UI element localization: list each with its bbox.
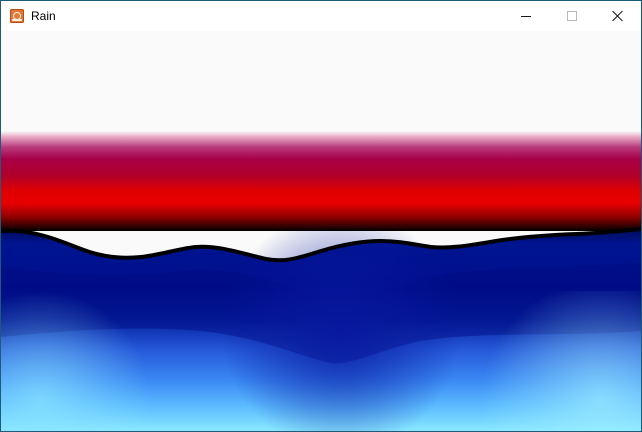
maximize-icon [567,11,577,21]
minimize-button[interactable] [503,1,549,31]
right-highlight [441,291,641,431]
window-title: Rain [31,9,56,23]
color-band [1,131,641,231]
title-bar[interactable]: Rain [1,1,641,31]
rain-window: Rain [0,0,642,432]
minimize-icon [521,16,531,17]
rain-app-icon[interactable] [10,9,24,23]
maximize-button [549,1,595,31]
close-icon [612,10,624,22]
close-button[interactable] [595,1,641,31]
rain-render-canvas [1,31,641,431]
left-highlight [1,291,201,431]
sky-area [1,31,641,131]
